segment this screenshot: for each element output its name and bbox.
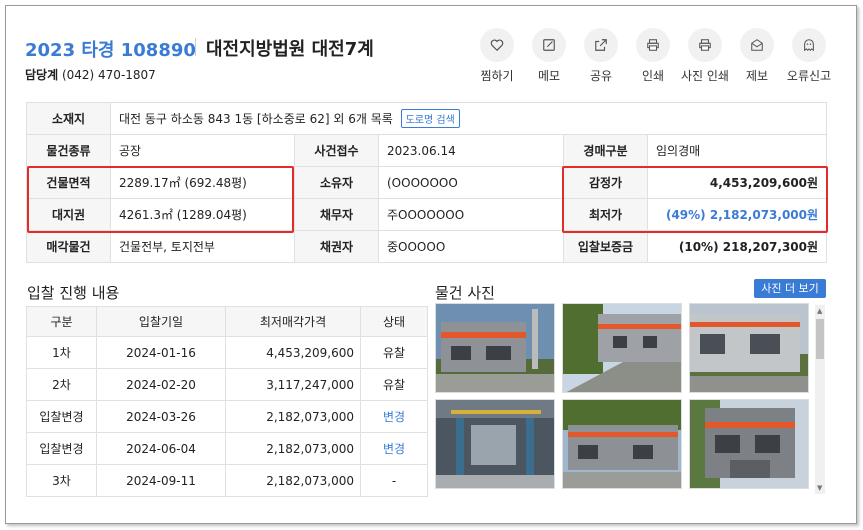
photo-thumbnail-6[interactable] bbox=[689, 399, 809, 489]
auction-type-label: 경매구분 bbox=[563, 134, 648, 167]
bid-col-date: 입찰기일 bbox=[96, 306, 226, 337]
error-report-icon bbox=[804, 39, 814, 52]
bid-round: 입찰변경 bbox=[26, 400, 97, 433]
case-number: 2023 타경 108890 bbox=[25, 40, 196, 61]
court-name: 대전지방법원 대전7계 bbox=[206, 39, 374, 60]
photo-print-label: 사진 인쇄 bbox=[681, 69, 729, 83]
location-label: 소재지 bbox=[26, 102, 111, 135]
owner-label: 소유자 bbox=[294, 166, 379, 199]
scroll-thumb[interactable] bbox=[816, 319, 824, 359]
sale-object-value: 건물전부, 토지전부 bbox=[110, 230, 295, 263]
type-value: 공장 bbox=[110, 134, 295, 167]
bid-price: 4,453,209,600 bbox=[225, 336, 361, 369]
title-divider bbox=[195, 38, 196, 56]
table-row: 3차 2024-09-11 2,182,073,000 - bbox=[26, 464, 428, 497]
info-row-type: 물건종류 공장 사건접수 2023.06.14 경매구분 임의경매 bbox=[26, 134, 828, 167]
location-cell: 대전 동구 하소동 843 1동 [하소중로 62] 외 6개 목록 도로명 검… bbox=[109, 102, 828, 135]
photo-thumbnail-5[interactable] bbox=[562, 399, 682, 489]
bid-price: 2,182,073,000 bbox=[225, 400, 361, 433]
info-row-location: 소재지 대전 동구 하소동 843 1동 [하소중로 62] 외 6개 목록 도… bbox=[26, 102, 828, 135]
report-icon bbox=[751, 39, 763, 51]
bid-col-round: 구분 bbox=[26, 306, 97, 337]
photo-gallery bbox=[435, 303, 813, 493]
highlight-box-area bbox=[27, 166, 294, 233]
bid-status: 유찰 bbox=[360, 336, 428, 369]
bid-history-title: 입찰 진행 내용 bbox=[27, 284, 120, 302]
location-value: 대전 동구 하소동 843 1동 [하소중로 62] 외 6개 목록 bbox=[119, 112, 393, 126]
report-label: 제보 bbox=[745, 69, 769, 83]
bid-date: 2024-09-11 bbox=[96, 464, 226, 497]
photo-print-icon bbox=[699, 39, 711, 51]
bid-round: 3차 bbox=[26, 464, 97, 497]
wishlist-button[interactable]: 찜하기 bbox=[471, 28, 523, 84]
error-report-button[interactable]: 오류신고 bbox=[783, 28, 835, 84]
department-info: 담당계 (042) 470-1807 bbox=[25, 66, 156, 83]
photo-thumbnail-2[interactable] bbox=[562, 303, 682, 393]
road-name-search-button[interactable]: 도로명 검색 bbox=[400, 109, 460, 128]
share-button[interactable]: 공유 bbox=[575, 28, 627, 84]
bid-price: 2,182,073,000 bbox=[225, 432, 361, 465]
type-label: 물건종류 bbox=[26, 134, 111, 167]
scroll-down-icon[interactable]: ▼ bbox=[817, 484, 822, 492]
bid-price: 2,182,073,000 bbox=[225, 464, 361, 497]
deposit-label: 입찰보증금 bbox=[563, 230, 648, 263]
sale-object-label: 매각물건 bbox=[26, 230, 111, 263]
photo-print-button[interactable]: 사진 인쇄 bbox=[679, 28, 731, 84]
owner-value: (OOOOOOO bbox=[378, 166, 564, 199]
memo-button[interactable]: 메모 bbox=[523, 28, 575, 84]
table-row: 입찰변경 2024-03-26 2,182,073,000 변경 bbox=[26, 400, 428, 433]
bid-col-status: 상태 bbox=[360, 306, 428, 337]
received-label: 사건접수 bbox=[294, 134, 379, 167]
photo-thumbnail-3[interactable] bbox=[689, 303, 809, 393]
bid-history-table: 구분 입찰기일 최저매각가격 상태 1차 2024-01-16 4,453,20… bbox=[26, 306, 428, 497]
bid-col-price: 최저매각가격 bbox=[225, 306, 361, 337]
print-icon bbox=[647, 39, 659, 51]
bid-status-link[interactable]: 변경 bbox=[360, 432, 428, 465]
scroll-up-icon[interactable]: ▲ bbox=[817, 307, 822, 315]
photo-scrollbar[interactable]: ▲ ▼ bbox=[815, 305, 825, 494]
bid-date: 2024-01-16 bbox=[96, 336, 226, 369]
photos-title: 물건 사진 bbox=[435, 284, 495, 302]
error-report-label: 오류신고 bbox=[786, 69, 832, 83]
bid-round: 2차 bbox=[26, 368, 97, 401]
auction-detail-panel: 2023 타경 108890 대전지방법원 대전7계 담당계 (042) 470… bbox=[5, 5, 857, 524]
auction-type-value: 임의경매 bbox=[646, 134, 828, 167]
table-row: 입찰변경 2024-06-04 2,182,073,000 변경 bbox=[26, 432, 428, 465]
creditor-label: 채권자 bbox=[294, 230, 379, 263]
bid-round: 1차 bbox=[26, 336, 97, 369]
report-button[interactable]: 제보 bbox=[731, 28, 783, 84]
bid-date: 2024-03-26 bbox=[96, 400, 226, 433]
debtor-label: 채무자 bbox=[294, 198, 379, 231]
bid-round: 입찰변경 bbox=[26, 432, 97, 465]
share-icon bbox=[595, 39, 607, 51]
photo-thumbnail-1[interactable] bbox=[435, 303, 555, 393]
print-label: 인쇄 bbox=[641, 69, 665, 83]
creditor-value: 중OOOOO bbox=[378, 230, 564, 263]
deposit-value: (10%) 218,207,300원 bbox=[646, 230, 828, 263]
department-label: 담당계 bbox=[25, 68, 59, 82]
bid-header-row: 구분 입찰기일 최저매각가격 상태 bbox=[26, 306, 428, 337]
bid-date: 2024-06-04 bbox=[96, 432, 226, 465]
photo-thumbnail-4[interactable] bbox=[435, 399, 555, 489]
bid-price: 3,117,247,000 bbox=[225, 368, 361, 401]
more-photos-button[interactable]: 사진 더 보기 bbox=[754, 279, 826, 298]
received-value: 2023.06.14 bbox=[378, 134, 564, 167]
department-phone: (042) 470-1807 bbox=[61, 68, 156, 82]
memo-label: 메모 bbox=[537, 69, 561, 83]
info-row-sale: 매각물건 건물전부, 토지전부 채권자 중OOOOO 입찰보증금 (10%) 2… bbox=[26, 230, 828, 263]
highlight-box-price bbox=[562, 166, 828, 233]
bid-date: 2024-02-20 bbox=[96, 368, 226, 401]
heart-icon bbox=[490, 39, 504, 52]
debtor-value: 주OOOOOOO bbox=[378, 198, 564, 231]
print-button[interactable]: 인쇄 bbox=[627, 28, 679, 84]
memo-icon bbox=[543, 39, 555, 51]
share-label: 공유 bbox=[589, 69, 613, 83]
bid-status: - bbox=[360, 464, 428, 497]
bid-status-link[interactable]: 변경 bbox=[360, 400, 428, 433]
table-row: 2차 2024-02-20 3,117,247,000 유찰 bbox=[26, 368, 428, 401]
table-row: 1차 2024-01-16 4,453,209,600 유찰 bbox=[26, 336, 428, 369]
wishlist-label: 찜하기 bbox=[480, 69, 514, 83]
bid-status: 유찰 bbox=[360, 368, 428, 401]
